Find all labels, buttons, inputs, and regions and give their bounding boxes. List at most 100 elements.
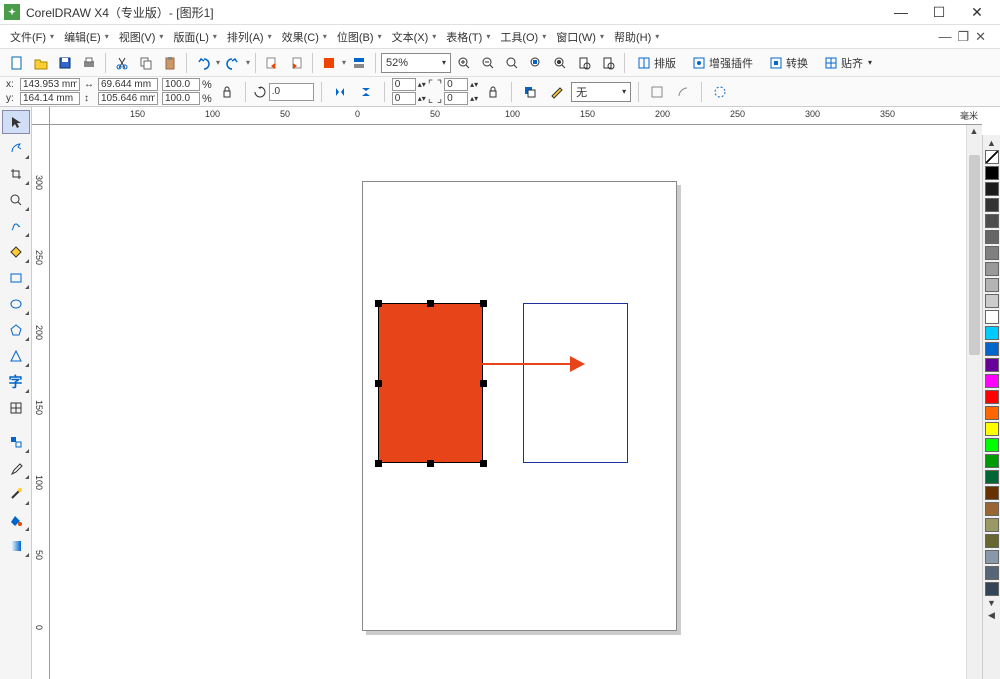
redo-button[interactable] [222, 52, 244, 74]
scroll-thumb[interactable] [969, 155, 980, 355]
menu-tools[interactable]: 工具(O)▾ [496, 27, 550, 47]
paste-button[interactable] [159, 52, 181, 74]
convert-button[interactable]: 转换 [762, 52, 815, 74]
palette-up[interactable]: ▲ [985, 137, 999, 149]
canvas-viewport[interactable] [50, 125, 982, 679]
zoom-out-button[interactable] [477, 52, 499, 74]
y-position-input[interactable] [20, 92, 80, 105]
handle-tr[interactable] [480, 300, 487, 307]
crop-tool[interactable] [2, 162, 30, 186]
zoom-selection-button[interactable] [525, 52, 547, 74]
handle-bl[interactable] [375, 460, 382, 467]
color-swatch[interactable] [985, 582, 999, 596]
outline-pen-button[interactable] [545, 81, 567, 103]
color-swatch[interactable] [985, 406, 999, 420]
interactive-blend-tool[interactable] [2, 430, 30, 454]
menu-table[interactable]: 表格(T)▾ [442, 27, 494, 47]
palette-flyout[interactable]: ◀ [985, 609, 999, 621]
height-input[interactable] [98, 92, 158, 105]
open-button[interactable] [30, 52, 52, 74]
x-position-input[interactable] [20, 78, 80, 91]
color-swatch[interactable] [985, 374, 999, 388]
rotation-input[interactable] [269, 83, 314, 101]
snap-button[interactable]: 贴齐▾ [817, 52, 879, 74]
doc-minimize-button[interactable]: — [938, 29, 951, 45]
basic-shapes-tool[interactable] [2, 344, 30, 368]
handle-br[interactable] [480, 460, 487, 467]
color-swatch[interactable] [985, 230, 999, 244]
color-swatch[interactable] [985, 182, 999, 196]
corner-tr-input[interactable] [444, 78, 468, 91]
export-button[interactable] [285, 52, 307, 74]
color-swatch[interactable] [985, 390, 999, 404]
mirror-v-button[interactable] [355, 81, 377, 103]
rectangle-tool[interactable] [2, 266, 30, 290]
corner-tl-input[interactable] [392, 78, 416, 91]
menu-text[interactable]: 文本(X)▾ [388, 27, 441, 47]
copy-button[interactable] [135, 52, 157, 74]
menu-file[interactable]: 文件(F)▾ [6, 27, 58, 47]
palette-down[interactable]: ▼ [985, 597, 999, 609]
reload-button[interactable] [709, 81, 731, 103]
corner-lock-button[interactable] [482, 81, 504, 103]
shape-tool[interactable] [2, 136, 30, 160]
color-swatch[interactable] [985, 278, 999, 292]
lock-ratio-button[interactable] [216, 81, 238, 103]
doc-restore-button[interactable]: ❐ [957, 29, 969, 45]
color-swatch[interactable] [985, 454, 999, 468]
color-swatch[interactable] [985, 246, 999, 260]
polygon-tool[interactable] [2, 318, 30, 342]
color-swatch[interactable] [985, 422, 999, 436]
save-button[interactable] [54, 52, 76, 74]
color-swatch[interactable] [985, 198, 999, 212]
color-swatch[interactable] [985, 342, 999, 356]
menu-help[interactable]: 帮助(H)▾ [610, 27, 663, 47]
color-swatch[interactable] [985, 534, 999, 548]
handle-mr[interactable] [480, 380, 487, 387]
undo-button[interactable] [192, 52, 214, 74]
color-swatch[interactable] [985, 550, 999, 564]
close-button[interactable]: ✕ [958, 0, 996, 25]
to-front-button[interactable] [519, 81, 541, 103]
menu-effects[interactable]: 效果(C)▾ [278, 27, 331, 47]
welcome-button[interactable] [348, 52, 370, 74]
menu-window[interactable]: 窗口(W)▾ [552, 27, 608, 47]
color-swatch[interactable] [985, 262, 999, 276]
cut-button[interactable] [111, 52, 133, 74]
handle-tl[interactable] [375, 300, 382, 307]
color-swatch[interactable] [985, 566, 999, 580]
color-swatch[interactable] [985, 166, 999, 180]
zoom-width-button[interactable] [597, 52, 619, 74]
menu-edit[interactable]: 编辑(E)▾ [60, 27, 113, 47]
width-input[interactable] [98, 78, 158, 91]
layout-button[interactable]: 排版 [630, 52, 683, 74]
import-button[interactable] [261, 52, 283, 74]
mirror-h-button[interactable] [329, 81, 351, 103]
zoom-fit-button[interactable] [501, 52, 523, 74]
scale-x-input[interactable] [162, 78, 200, 91]
color-swatch[interactable] [985, 518, 999, 532]
menu-view[interactable]: 视图(V)▾ [115, 27, 168, 47]
ellipse-tool[interactable] [2, 292, 30, 316]
smart-fill-tool[interactable] [2, 240, 30, 264]
pick-tool[interactable] [2, 110, 30, 134]
color-swatch[interactable] [985, 486, 999, 500]
zoom-all-button[interactable] [549, 52, 571, 74]
menu-layout[interactable]: 版面(L)▾ [169, 27, 220, 47]
enhance-button[interactable]: 增强插件 [685, 52, 760, 74]
ruler-origin[interactable] [32, 107, 50, 125]
minimize-button[interactable]: — [882, 0, 920, 25]
color-swatch[interactable] [985, 326, 999, 340]
handle-bc[interactable] [427, 460, 434, 467]
menu-bitmaps[interactable]: 位图(B)▾ [333, 27, 386, 47]
corner-br-input[interactable] [444, 92, 468, 105]
color-swatch[interactable] [985, 502, 999, 516]
print-button[interactable] [78, 52, 100, 74]
convert-curves-button[interactable] [672, 81, 694, 103]
text-tool[interactable]: 字 [2, 370, 30, 394]
zoom-tool[interactable] [2, 188, 30, 212]
interactive-fill-tool[interactable] [2, 534, 30, 558]
doc-close-button[interactable]: ✕ [975, 29, 986, 45]
blue-rectangle-outline[interactable] [523, 303, 628, 463]
orange-rectangle[interactable] [378, 303, 483, 463]
